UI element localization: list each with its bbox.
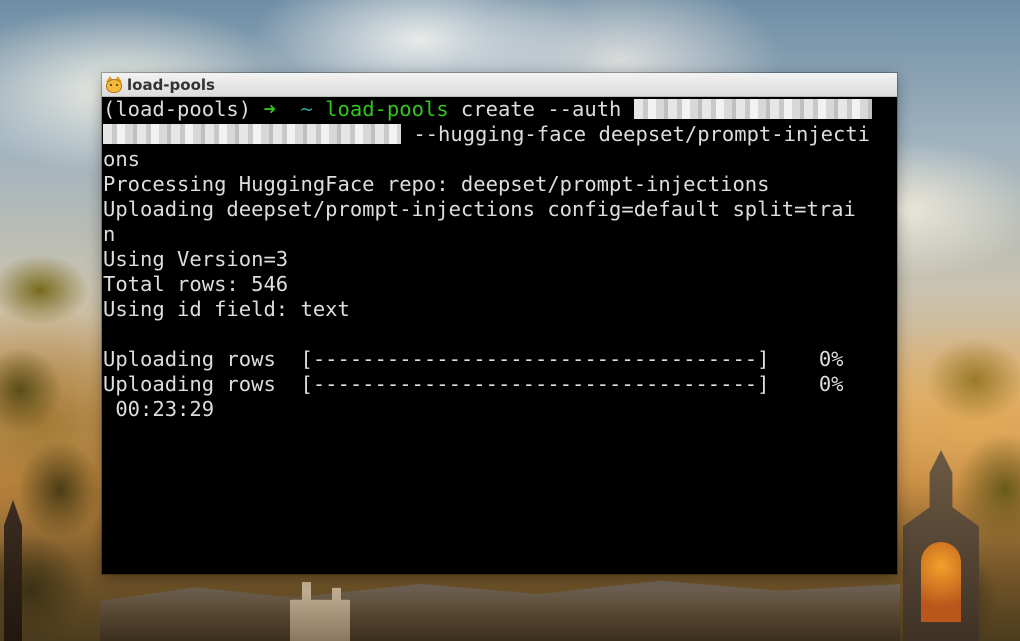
redacted-auth-token-continued [103, 124, 401, 144]
terminal-window[interactable]: load-pools (load-pools) ➜ ~ load-pools c… [102, 73, 897, 574]
output-line: Uploading deepset/prompt-injections conf… [103, 197, 856, 221]
window-titlebar[interactable]: load-pools [102, 73, 897, 97]
output-line: Processing HuggingFace repo: deepset/pro… [103, 172, 770, 196]
redacted-auth-token [633, 99, 872, 119]
output-line: Using Version=3 [103, 247, 289, 271]
output-line: Total rows: 546 [103, 272, 289, 296]
cat-face-icon [105, 75, 123, 94]
output-line: n [103, 222, 116, 246]
prompt-line: (load-pools) ➜ ~ load-pools create --aut… [103, 97, 897, 122]
command-continuation-line: --hugging-face deepset/prompt-injecti [103, 122, 897, 147]
output-line: ons [103, 147, 141, 171]
prompt-command: load-pools [325, 97, 449, 121]
prompt-env: (load-pools) [103, 97, 252, 121]
progress-line: Uploading rows [------------------------… [103, 372, 844, 396]
window-title: load-pools [127, 75, 215, 94]
wallpaper-spire [4, 500, 22, 641]
wallpaper-castle [290, 582, 350, 641]
wallpaper-hills [100, 580, 900, 641]
prompt-arrow: ➜ [263, 97, 276, 121]
terminal-output[interactable]: (load-pools) ➜ ~ load-pools create --aut… [102, 97, 897, 574]
prompt-args: create --auth [448, 97, 634, 121]
progress-line: Uploading rows [------------------------… [103, 347, 844, 371]
prompt-cwd: ~ [300, 97, 313, 121]
command-continuation-text: --hugging-face deepset/prompt-injecti [401, 122, 870, 146]
elapsed-time-line: 00:23:29 [103, 397, 215, 421]
output-line: Using id field: text [103, 297, 350, 321]
